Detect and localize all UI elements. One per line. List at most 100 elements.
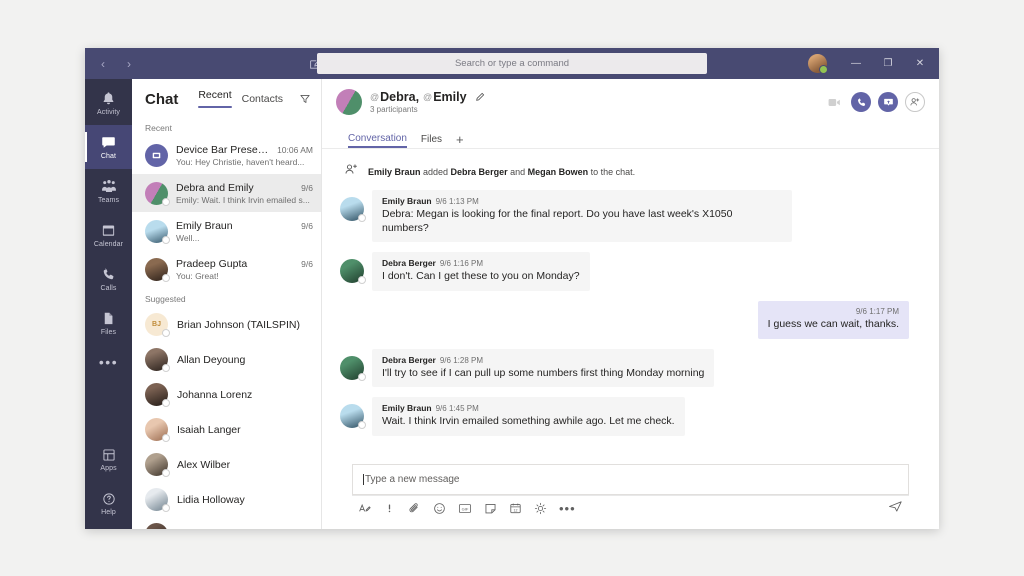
tab-conversation[interactable]: Conversation [348,133,407,148]
maximize-button[interactable]: ❐ [873,48,903,79]
sidebar-item-calls[interactable]: Calls [85,257,132,301]
rail-bottom-group: Apps Help [85,437,132,525]
minimize-button[interactable]: — [841,48,871,79]
list-item[interactable]: Johanna Lorenz [132,377,321,412]
tab-files[interactable]: Files [421,134,442,148]
help-icon [102,490,116,507]
message-bubble: Debra Berger 9/6 1:16 PM I don't. Can I g… [372,252,590,291]
chat-time: 9/6 [301,220,313,231]
mark-important-icon[interactable] [383,502,396,515]
sidebar-item-teams[interactable]: Teams [85,169,132,213]
chat-time: 10:06 AM [277,144,313,155]
message-bubble: Emily Braun 9/6 1:13 PM Debra: Megan is l… [372,190,792,243]
sidebar-label-chat: Chat [100,153,117,160]
list-item[interactable]: Device Bar Presentati... 10:06 AM You: H… [132,136,321,174]
message-time: 9/6 1:45 PM [435,404,479,414]
list-item[interactable]: BJ Brian Johnson (TAILSPIN) [132,307,321,342]
phone-icon [101,266,116,283]
sidebar-item-files[interactable]: Files [85,301,132,345]
message-item: Debra Berger 9/6 1:16 PM I don't. Can I g… [340,252,909,291]
conversation-avatar [336,89,362,115]
filter-icon[interactable] [299,93,311,105]
conversation-pane: @ Debra, @ Emily 3 participants Conversa… [322,79,939,529]
avatar [145,383,170,407]
sidebar-label-activity: Activity [97,109,120,116]
chat-preview: Emily: Wait. I think Irvin emailed s... [176,194,310,205]
calendar-icon [101,222,116,239]
presence-dot [358,421,366,430]
mention-symbol-1: @ [370,92,380,102]
list-item[interactable]: Isaiah Langer [132,412,321,447]
mention-symbol-2: @ [423,92,433,102]
emoji-icon[interactable] [433,502,446,515]
screen-share-button[interactable] [878,92,898,112]
sidebar-label-help: Help [101,509,116,516]
forward-button[interactable]: › [117,52,141,76]
presence-dot [358,214,366,222]
list-item[interactable]: Debra and Emily 9/6 Emily: Wait. I think… [132,174,321,212]
giphy-icon[interactable]: GIF [458,502,472,515]
format-text-icon[interactable] [358,502,371,515]
video-call-button[interactable] [824,92,844,112]
sidebar-item-chat[interactable]: Chat [85,125,132,169]
nav-arrows: ‹ › [91,52,141,76]
praise-icon[interactable] [534,502,547,515]
avatar [145,181,170,206]
conversation-title: @ Debra, @ Emily [370,90,485,104]
add-people-button[interactable] [905,92,925,112]
list-item[interactable]: Pradeep Gupta 9/6 You: Great! [132,250,321,288]
sticker-icon[interactable] [484,502,497,515]
more-options-icon[interactable]: ••• [559,502,576,515]
attach-file-icon[interactable] [408,502,421,515]
list-item[interactable]: Emily Braun 9/6 Well... [132,212,321,250]
back-button[interactable]: ‹ [91,52,115,76]
contact-name: Allan Deyoung [177,353,246,366]
chat-list-scroll[interactable]: Recent Device Bar Presentati... 10:06 AM… [132,119,321,529]
message-meta: 9/6 1:17 PM [768,307,899,316]
composer-toolbar: GIF 12 ••• [352,495,909,521]
list-item[interactable]: Allan Deyoung [132,342,321,377]
list-item[interactable]: Lidia Holloway [132,482,321,517]
pencil-icon[interactable] [475,92,485,102]
user-avatar[interactable] [808,54,828,74]
avatar [340,197,366,222]
message-time: 9/6 1:28 PM [439,355,483,365]
message-item: Debra Berger 9/6 1:28 PM I'll try to see … [340,348,909,388]
avatar: BJ [145,313,170,337]
message-input[interactable]: Type a new message [352,464,909,495]
participant-name-1: Debra, [380,90,420,104]
message-text: I'll try to see if I can pull up some nu… [382,366,705,379]
presence-dot [162,469,170,477]
add-tab-button[interactable]: + [456,132,464,148]
audio-call-button[interactable] [851,92,871,112]
list-item-text: Pradeep Gupta 9/6 You: Great! [176,258,313,281]
tab-contacts[interactable]: Contacts [242,93,283,106]
message-list[interactable]: Emily Braun added Debra Berger and Megan… [322,149,939,464]
list-item[interactable]: Miriam Graham [132,517,321,529]
message-meta: Debra Berger 9/6 1:28 PM [382,355,704,365]
sidebar-item-activity[interactable]: Activity [85,81,132,125]
list-item-text: Device Bar Presentati... 10:06 AM You: H… [176,144,313,167]
schedule-meeting-icon[interactable]: 12 [509,502,522,515]
message-text: I guess we can wait, thanks. [767,317,899,330]
sidebar-more-apps-button[interactable]: ••• [85,345,132,379]
system-verb: added [420,167,451,177]
sidebar-item-apps[interactable]: Apps [85,437,132,481]
avatar [145,523,168,529]
presence-dot [162,399,170,407]
sidebar-label-files: Files [100,329,117,336]
list-item-text: Emily Braun 9/6 Well... [176,220,313,243]
files-icon [101,310,116,327]
close-button[interactable]: ✕ [905,48,935,79]
presence-dot [162,364,170,372]
window-controls: — ❐ ✕ [808,48,935,79]
chat-preview: You: Hey Christie, haven't heard... [176,156,305,167]
tab-recent[interactable]: Recent [198,89,231,109]
search-input[interactable]: Search or type a command [317,53,707,74]
sidebar-item-calendar[interactable]: Calendar [85,213,132,257]
avatar [340,259,366,285]
sidebar-item-help[interactable]: Help [85,481,132,525]
sidebar-label-apps: Apps [100,465,117,472]
send-icon[interactable] [888,500,903,518]
list-item[interactable]: Alex Wilber [132,447,321,482]
